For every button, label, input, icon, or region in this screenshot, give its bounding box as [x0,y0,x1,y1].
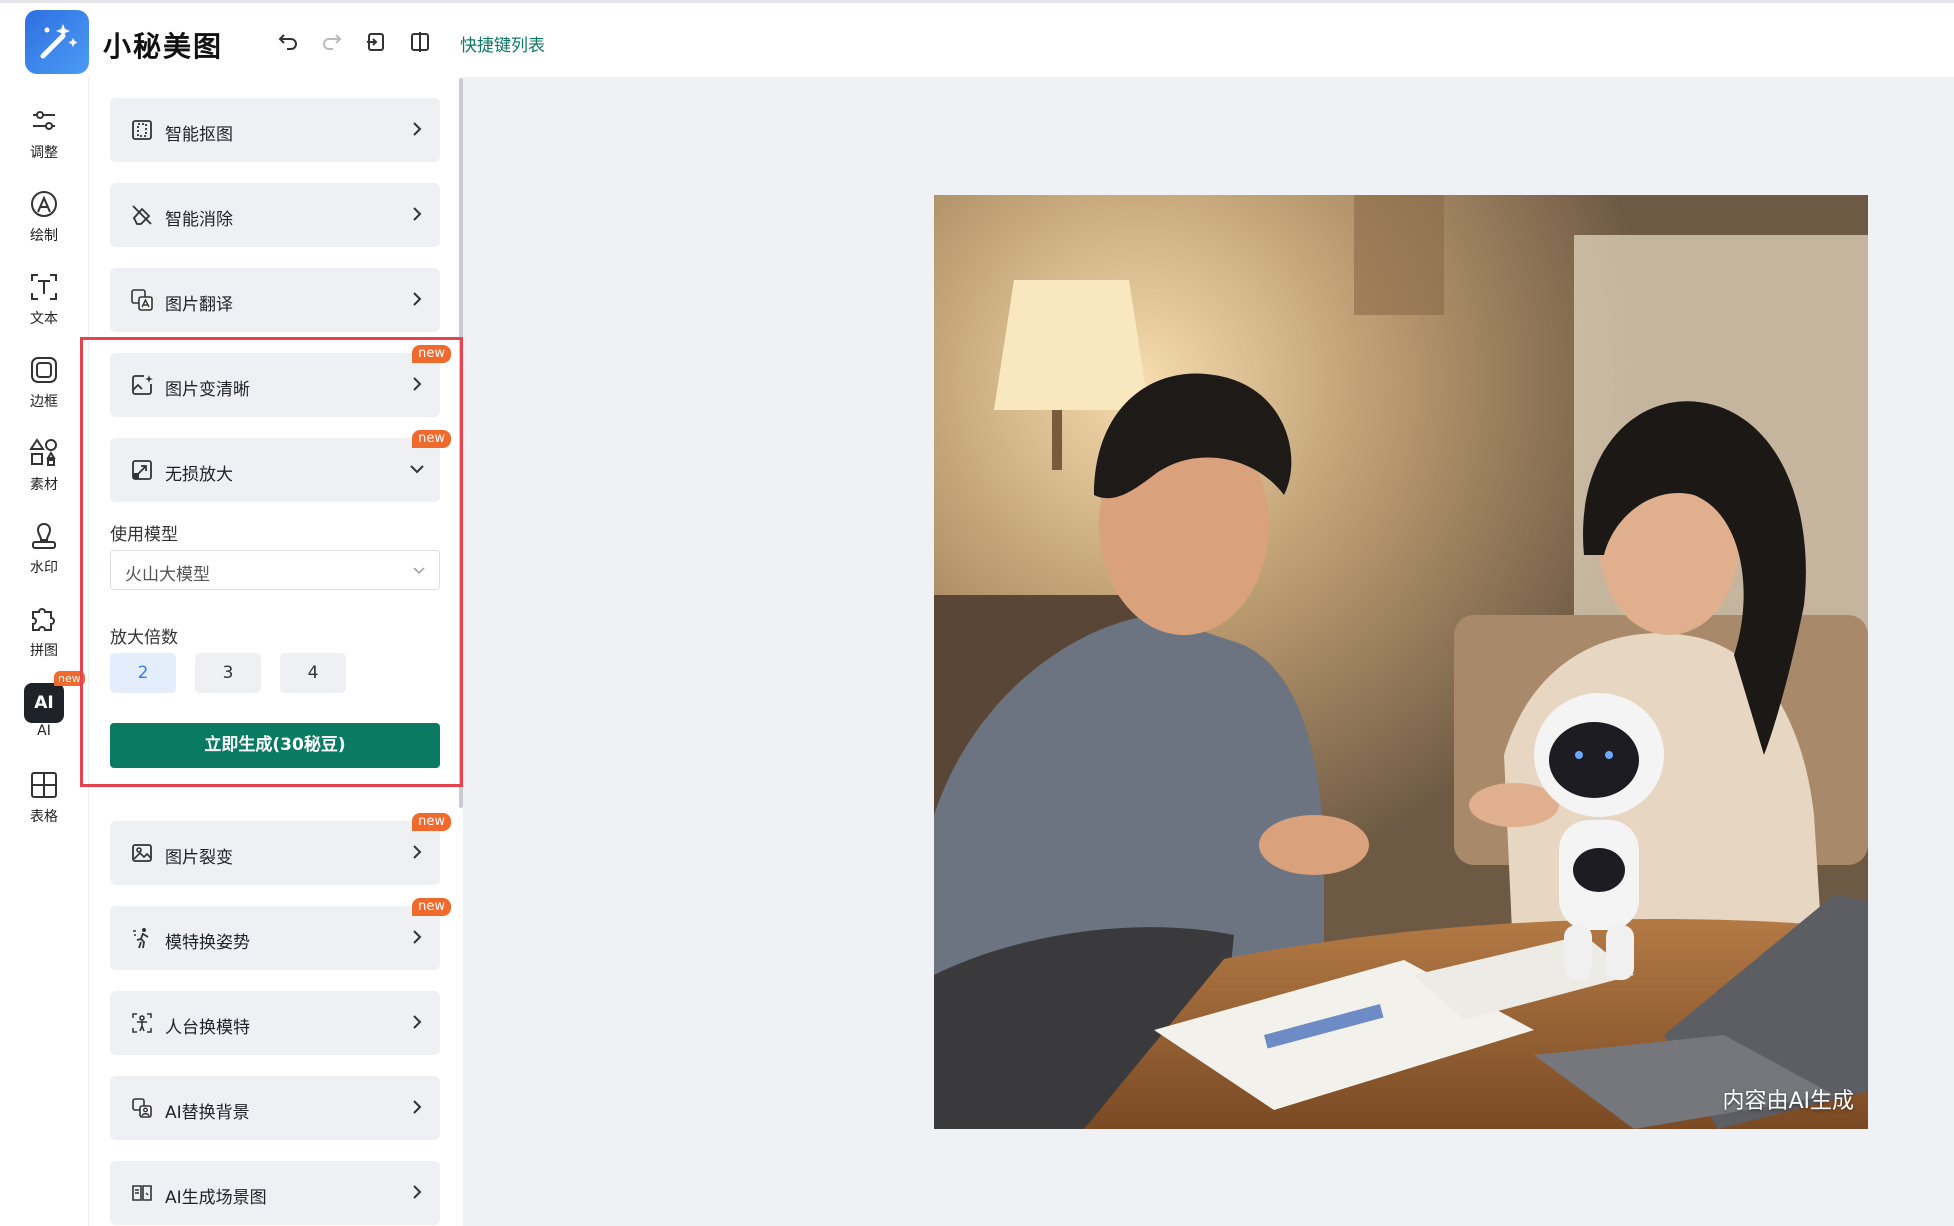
ai-icon: AI [24,683,64,723]
compare-icon [411,32,429,52]
eraser-icon [132,205,152,225]
left-rail: 调整 绘制 文本 边框 素材 水印 拼图 AI new AI 表格 [0,77,89,1226]
chevron-right-icon [413,207,422,221]
ai-generated-watermark: 内容由AI生成 [1722,1089,1854,1114]
rail-label: 表格 [30,809,58,825]
redo-button[interactable] [317,27,347,57]
rail-item-watermark[interactable]: 水印 [0,515,88,591]
rail-label: 水印 [30,560,58,576]
tool-label: 模特换姿势 [165,933,250,953]
rail-label: 绘制 [30,228,58,244]
top-bar: 小秘美图 快捷键列表 [0,0,1954,77]
stamp-icon [32,522,56,549]
mannequin-icon [132,1013,152,1033]
table-icon [31,772,57,798]
model-select[interactable]: 火山大模型 [110,550,440,590]
new-badge: new [412,345,451,363]
rail-label: AI [37,723,51,739]
rail-label: 拼图 [30,643,58,659]
chevron-down-icon [413,567,425,575]
app-logo-icon [25,10,89,74]
redo-icon [323,34,342,50]
rail-label: 调整 [30,145,58,161]
undo-button[interactable] [273,27,303,57]
tool-card-translate[interactable]: 图片翻译 [110,268,440,332]
rail-item-ai[interactable]: AI new AI [0,671,88,757]
frame-icon [31,357,57,383]
translate-icon [131,289,153,311]
rail-item-adjust[interactable]: 调整 [0,100,88,176]
sharpen-icon [132,375,153,395]
upscale-icon [132,460,152,480]
tool-label: 智能抠图 [165,125,233,145]
generate-button[interactable]: 立即生成(30秘豆) [110,723,440,768]
pose-icon [133,928,149,949]
tool-label: AI生成场景图 [165,1188,267,1208]
tool-card-scene[interactable]: AI生成场景图 [110,1161,440,1225]
scale-option-3[interactable]: 3 [195,653,261,693]
undo-icon [278,34,297,50]
scale-option-2[interactable]: 2 [110,653,176,693]
cutout-icon [132,120,152,140]
chevron-right-icon [413,930,422,944]
rail-label: 素材 [30,477,58,493]
model-label: 使用模型 [110,525,178,545]
tool-label: 图片变清晰 [165,380,250,400]
chevron-right-icon [413,1185,422,1199]
text-icon [31,274,57,300]
scale-option-4[interactable]: 4 [280,653,346,693]
tool-card-erase[interactable]: 智能消除 [110,183,440,247]
tool-card-bg[interactable]: AI替换背景 [110,1076,440,1140]
rail-item-material[interactable]: 素材 [0,432,88,508]
chevron-right-icon [413,377,422,391]
tool-card-upscale[interactable]: 无损放大 new [110,430,451,502]
scale-label: 放大倍数 [110,628,178,648]
puzzle-icon [32,608,55,631]
chevron-right-icon [413,1015,422,1029]
chevron-right-icon [413,1100,422,1114]
model-select-value: 火山大模型 [125,565,210,585]
restore-button[interactable] [361,27,391,57]
tool-label: 智能消除 [165,210,233,230]
tool-label: 人台换模特 [165,1018,250,1038]
tool-label: 图片翻译 [165,295,233,315]
image-icon [132,844,152,862]
tool-card-fission[interactable]: 图片裂变 new [110,813,451,885]
canvas-image[interactable]: 内容由AI生成 [934,195,1868,1129]
restore-icon [367,33,384,51]
tool-card-sharpen[interactable]: 图片变清晰 new [110,345,451,417]
rail-item-frame[interactable]: 边框 [0,349,88,425]
draw-icon [31,191,57,217]
tool-label: 无损放大 [165,465,233,485]
app-title: 小秘美图 [103,30,224,63]
tool-card-pose[interactable]: 模特换姿势 new [110,898,451,970]
photo-illustration [934,195,1868,1129]
shortcut-list-link[interactable]: 快捷键列表 [460,31,545,56]
tool-label: AI替换背景 [165,1103,250,1123]
tool-card-mannequin[interactable]: 人台换模特 [110,991,440,1055]
chevron-right-icon [413,845,422,859]
compare-button[interactable] [405,27,435,57]
new-badge: new [412,813,451,831]
tool-card-cutout[interactable]: 智能抠图 [110,98,440,162]
tool-label: 图片裂变 [165,848,233,868]
new-badge: new [412,898,451,916]
scene-icon [132,1185,152,1201]
chevron-right-icon [413,292,422,306]
rail-label: 文本 [30,311,58,327]
new-badge: new [412,430,451,448]
replace-bg-icon [132,1098,152,1118]
chevron-right-icon [413,122,422,136]
sliders-icon [33,111,55,130]
rail-item-text[interactable]: 文本 [0,266,88,342]
shapes-icon [29,438,57,466]
rail-item-draw[interactable]: 绘制 [0,183,88,259]
rail-label: 边框 [30,394,58,410]
rail-item-table[interactable]: 表格 [0,764,88,840]
rail-item-puzzle[interactable]: 拼图 [0,598,88,674]
chevron-down-icon [410,465,424,474]
